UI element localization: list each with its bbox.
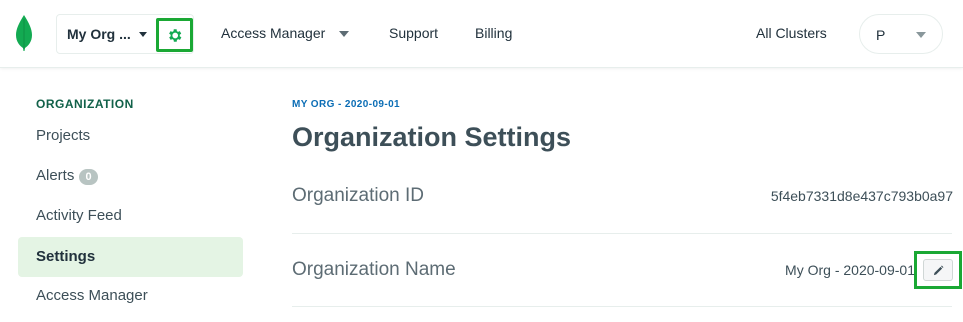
user-initial: P — [876, 27, 886, 43]
divider — [292, 233, 952, 234]
sidebar-item-label: Access Manager — [36, 287, 148, 304]
caret-down-icon[interactable] — [339, 31, 349, 37]
divider — [292, 306, 952, 307]
sidebar-item-settings[interactable]: Settings — [18, 237, 243, 277]
sidebar-item-alerts[interactable]: Alerts 0 — [18, 156, 243, 196]
organization-selector[interactable]: My Org ... — [56, 14, 194, 54]
sidebar-item-label: Alerts — [36, 167, 75, 184]
sidebar-heading: ORGANIZATION — [36, 97, 134, 111]
organization-settings-button[interactable] — [156, 18, 193, 52]
nav-billing[interactable]: Billing — [475, 25, 512, 41]
caret-down-icon — [916, 32, 926, 38]
edit-organization-name-button[interactable] — [914, 251, 962, 289]
alerts-count-badge: 0 — [79, 169, 98, 185]
sidebar-item-projects[interactable]: Projects — [18, 116, 243, 156]
organization-name-label: Organization Name — [292, 259, 456, 280]
breadcrumb[interactable]: MY ORG - 2020-09-01 — [292, 99, 400, 110]
user-menu[interactable]: P — [859, 14, 943, 54]
nav-support[interactable]: Support — [389, 25, 438, 41]
gear-icon — [169, 29, 182, 42]
sidebar-item-label: Projects — [36, 127, 91, 144]
page-title: Organization Settings — [292, 122, 572, 152]
sidebar-item-activity-feed[interactable]: Activity Feed — [18, 196, 243, 236]
top-navigation-bar: My Org ... Access Manager Support Billin… — [0, 0, 963, 68]
organization-id-label: Organization ID — [292, 185, 425, 206]
sidebar-item-label: Activity Feed — [36, 207, 122, 224]
organization-id-value: 5f4eb7331d8e437c793b0a97 — [770, 188, 953, 204]
nav-all-clusters[interactable]: All Clusters — [756, 25, 827, 41]
caret-down-icon — [139, 32, 147, 37]
sidebar-item-label: Settings — [36, 248, 96, 265]
mongodb-leaf-icon[interactable] — [15, 15, 33, 51]
pencil-icon — [933, 265, 944, 276]
edit-button-inner[interactable] — [923, 259, 953, 281]
nav-access-manager[interactable]: Access Manager — [221, 25, 325, 41]
organization-name: My Org ... — [67, 26, 131, 42]
organization-name-value: My Org - 2020-09-01 — [785, 262, 915, 278]
sidebar-item-access-manager[interactable]: Access Manager — [18, 276, 243, 316]
